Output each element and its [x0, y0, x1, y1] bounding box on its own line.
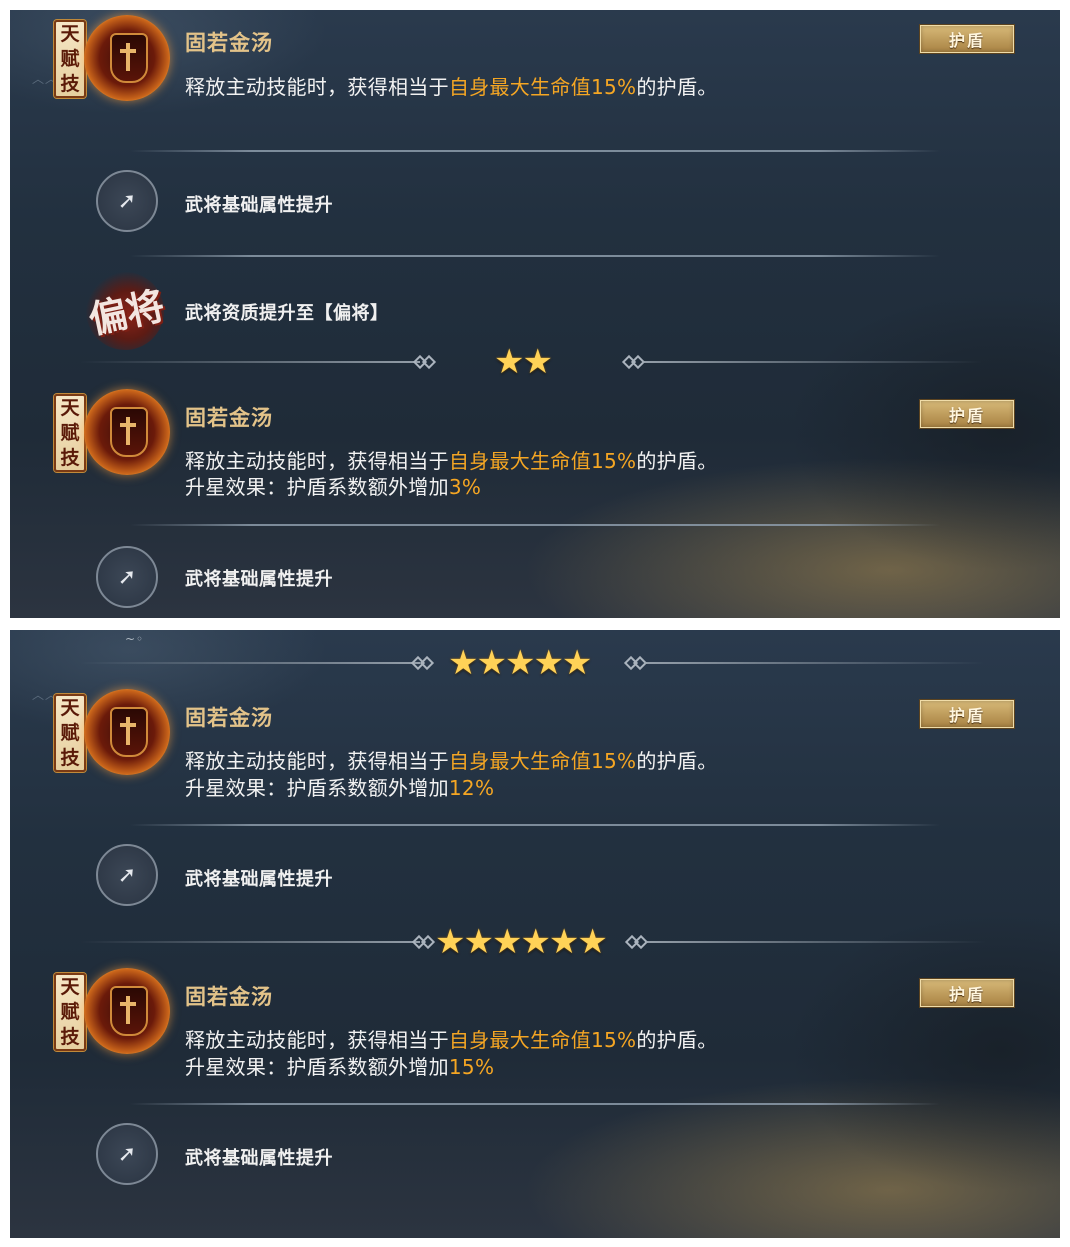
- attr-upgrade-text: 武将基础属性提升: [185, 869, 333, 890]
- arrow-up-icon: ➚: [96, 170, 158, 232]
- shield-icon: [84, 15, 170, 101]
- arrow-up-icon: ➚: [96, 844, 158, 906]
- shield-icon: [84, 968, 170, 1054]
- divider: [130, 524, 940, 526]
- shield-icon: [84, 689, 170, 775]
- star-divider-left: [80, 361, 420, 363]
- divider: [130, 150, 940, 152]
- talent-skill-badge: 天 赋 技: [54, 394, 86, 472]
- talent-skill-badge: 天 赋 技: [54, 973, 86, 1051]
- diamond-decor: [419, 655, 435, 671]
- shield-tag-button[interactable]: 护盾: [920, 700, 1014, 728]
- skill-name: 固若金汤: [185, 30, 273, 55]
- talent-skill-badge: 天 赋 技: [54, 694, 86, 772]
- star-divider-right: [646, 941, 986, 943]
- star-upgrade-effect: 升星效果：护盾系数额外增加3%: [185, 475, 482, 499]
- panel-top: ︿︿ 天 赋 技 固若金汤 释放主动技能时，获得相当于自身最大生命值15%的护盾…: [10, 10, 1060, 618]
- attr-upgrade-text: 武将基础属性提升: [185, 569, 333, 590]
- skill-name: 固若金汤: [185, 984, 273, 1009]
- skill-description: 释放主动技能时，获得相当于自身最大生命值15%的护盾。: [185, 749, 718, 773]
- divider: [130, 255, 940, 257]
- diamond-decor: [420, 934, 436, 950]
- arrow-up-icon: ➚: [96, 546, 158, 608]
- rank-seal-icon: 偏将: [85, 272, 168, 350]
- star-upgrade-effect: 升星效果：护盾系数额外增加12%: [185, 776, 495, 800]
- star-rating-6: ★★★★★★: [435, 922, 608, 962]
- arrow-up-icon: ➚: [96, 1123, 158, 1185]
- star-divider-left: [80, 941, 420, 943]
- shield-tag-button[interactable]: 护盾: [920, 979, 1014, 1007]
- shield-tag-button[interactable]: 护盾: [920, 25, 1014, 53]
- cloud-decoration: ~◦: [125, 632, 145, 646]
- divider: [130, 1103, 940, 1105]
- rank-upgrade-text: 武将资质提升至【偏将】: [185, 303, 389, 324]
- star-upgrade-effect: 升星效果：护盾系数额外增加15%: [185, 1055, 495, 1079]
- skill-name: 固若金汤: [185, 405, 273, 430]
- diamond-decor: [421, 354, 437, 370]
- attr-upgrade-text: 武将基础属性提升: [185, 1148, 333, 1169]
- star-divider-left: [80, 662, 420, 664]
- panel-bottom: ︿︿ ~◦ ★★★★★ 天 赋 技 固若金汤 释放主动技能时，获得相当于自身最大…: [10, 630, 1060, 1238]
- talent-skill-badge: 天 赋 技: [54, 20, 86, 98]
- star-rating-5: ★★★★★: [448, 643, 592, 683]
- skill-name: 固若金汤: [185, 705, 273, 730]
- shield-icon: [84, 389, 170, 475]
- star-divider-right: [642, 361, 982, 363]
- attr-upgrade-text: 武将基础属性提升: [185, 195, 333, 216]
- skill-description: 释放主动技能时，获得相当于自身最大生命值15%的护盾。: [185, 75, 718, 99]
- star-rating-2: ★★: [494, 342, 553, 382]
- divider: [130, 824, 940, 826]
- shield-tag-button[interactable]: 护盾: [920, 400, 1014, 428]
- skill-description: 释放主动技能时，获得相当于自身最大生命值15%的护盾。: [185, 1028, 718, 1052]
- skill-description: 释放主动技能时，获得相当于自身最大生命值15%的护盾。: [185, 449, 718, 473]
- star-divider-right: [644, 662, 984, 664]
